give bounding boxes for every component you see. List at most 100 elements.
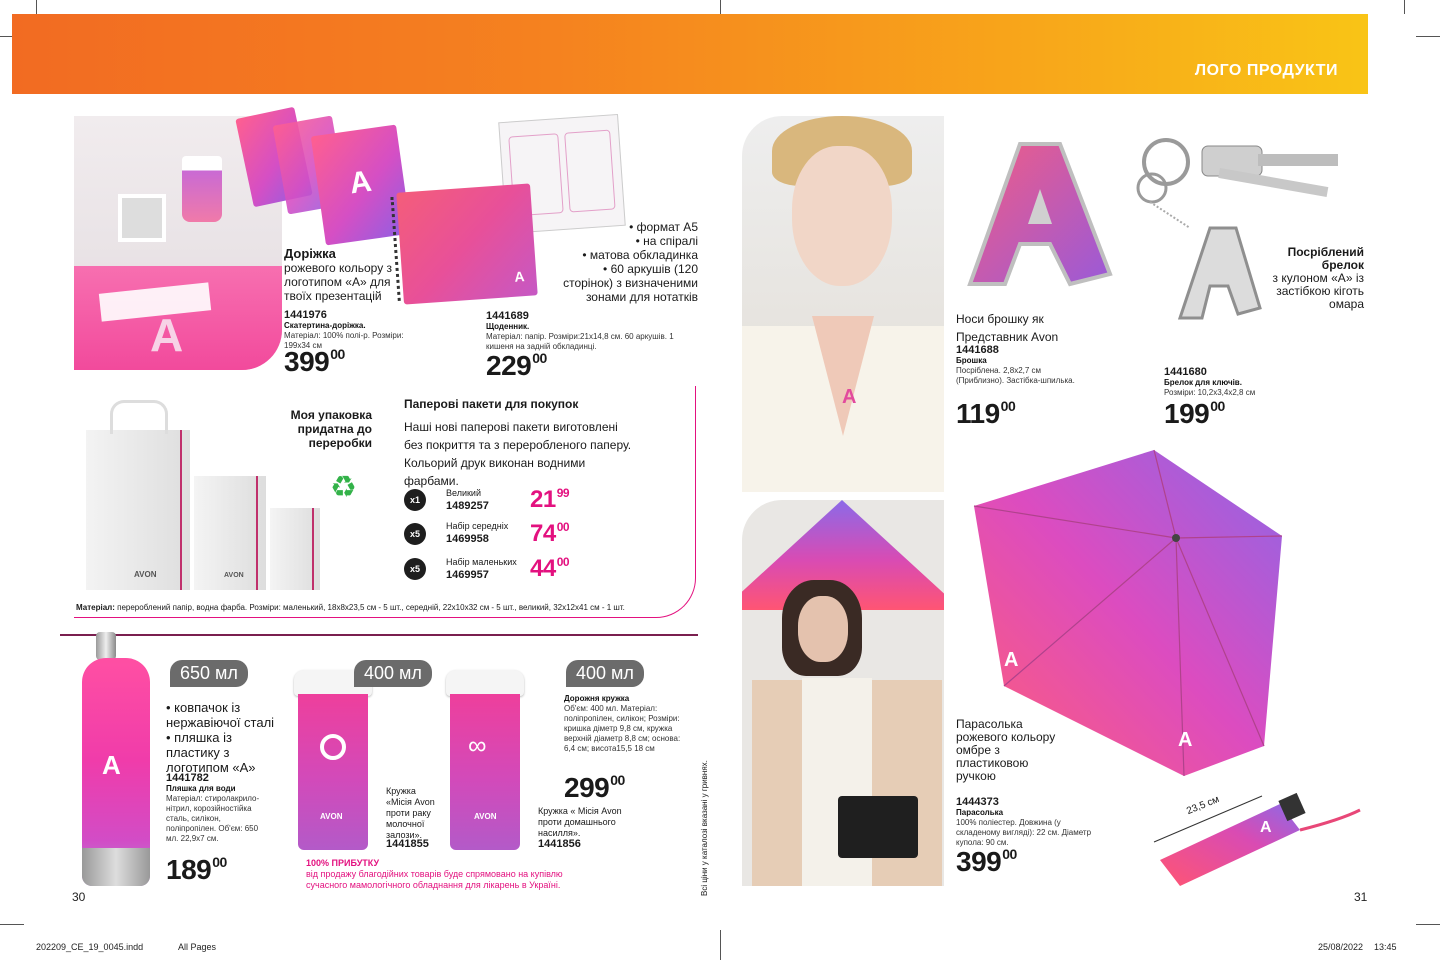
bottle-code: 1441782 — [166, 772, 209, 784]
folded-umbrella-icon: A — [1153, 792, 1361, 886]
price-main: 229 — [486, 350, 532, 381]
notes-zone — [564, 129, 616, 213]
photo-frame — [118, 194, 166, 242]
volume-badge: 400 мл — [566, 660, 644, 687]
brooch-on-jacket-icon: A — [842, 386, 857, 408]
notebook-code: 1441689 — [486, 310, 529, 322]
mug-image-infinity: ∞ AVON — [450, 694, 520, 850]
face — [798, 596, 848, 662]
bottle-image: A — [82, 658, 150, 886]
ribbon-icon — [320, 734, 346, 760]
bottle-cap — [96, 632, 116, 660]
price-main: 399 — [956, 846, 1002, 877]
price-main: 74 — [530, 520, 556, 547]
mug2-title: Дорожня кружка — [564, 694, 630, 703]
crop-mark — [1404, 0, 1405, 14]
bag-item-name: Набір середніх — [446, 521, 509, 531]
bags-title: Паперові пакети для покупок — [404, 397, 579, 411]
brooch-details: Посріблена. 2,8x2,7 см (Приблизно). Заст… — [956, 366, 1075, 385]
crop-mark — [1416, 924, 1440, 925]
price-main: 21 — [530, 486, 556, 513]
notebook-closed-image: A — [390, 183, 538, 305]
price-cents: 99 — [556, 486, 570, 500]
bags-material: Матеріал: перероблений папір, водна фарб… — [76, 603, 696, 612]
charity-note: 100% ПРИБУТКУ від продажу благодійних то… — [306, 858, 596, 891]
umbrella-code: 1444373 — [956, 796, 999, 808]
bag-brand: AVON — [134, 570, 157, 579]
mug-brand: AVON — [320, 812, 343, 821]
mug-lid — [446, 670, 524, 696]
brooch-image — [960, 134, 1120, 294]
price-cents: 00 — [1002, 846, 1017, 862]
price-cents: 00 — [532, 350, 547, 366]
bag-item-code: 1489257 — [446, 500, 489, 512]
price-cents: 00 — [1000, 398, 1016, 414]
price-main: 199 — [1164, 398, 1210, 429]
keychain-details: Розміри: 10,2x3,4x2,8 см — [1164, 388, 1256, 397]
price-cents: 00 — [556, 520, 570, 534]
bag-item-price: 4400 — [530, 555, 570, 583]
svg-text:A: A — [1004, 649, 1018, 671]
bag-brand: AVON — [224, 572, 244, 579]
infinity-icon: ∞ — [468, 730, 487, 760]
mug2-details: Об'єм: 400 мл. Матеріал: поліпропілен, с… — [564, 704, 681, 753]
charity-title: 100% ПРИБУТКУ — [306, 858, 380, 868]
price-cents: 00 — [556, 555, 570, 569]
bag-item-price: 7400 — [530, 520, 570, 548]
brooch-a-icon — [967, 142, 1113, 287]
section-title: ЛОГО ПРОДУКТИ — [1194, 62, 1338, 79]
mug-brand: AVON — [474, 812, 497, 821]
bullet: • формат А5 — [629, 220, 698, 234]
bag-large: AVON — [86, 430, 190, 590]
bullet: • ковпачок із нержавіючої сталі — [166, 700, 275, 730]
umbrella-price: 39900 — [956, 846, 1017, 878]
bags-desc: Наші нові паперові пакети виготовлені бе… — [404, 418, 634, 490]
material-label: Матеріал: — [76, 603, 115, 612]
mug1-desc: Кружка «Місія Avon проти раку молочної з… — [386, 786, 435, 840]
umbrella-model-photo — [742, 500, 944, 886]
qty-badge: x5 — [404, 558, 426, 580]
material-text: перероблений папір, водна фарба. Розміри… — [114, 603, 625, 612]
price-main: 189 — [166, 854, 212, 885]
a-logo-icon: A — [150, 309, 184, 361]
runner-price: 39900 — [284, 346, 345, 378]
brooch-code: 1441688 — [956, 344, 999, 356]
keychain-title: Посріблений брелок — [1287, 245, 1364, 272]
price-currency-note: Всі ціни у каталозі вказані у гривнях. — [700, 760, 709, 896]
price-main: 44 — [530, 555, 556, 582]
keychain-code: 1441680 — [1164, 366, 1207, 378]
volume-badge: 400 мл — [354, 660, 432, 687]
bag-item-code: 1469957 — [446, 569, 489, 581]
a-logo-icon: A — [513, 268, 526, 285]
bullet: • матова обкладинка — [582, 248, 698, 262]
svg-text:A: A — [1260, 819, 1272, 836]
crop-mark — [36, 0, 37, 14]
bullet: • 60 аркушів (120 сторінок) з визначеним… — [563, 262, 698, 304]
a-logo-icon: A — [102, 750, 121, 780]
bag-item-code: 1469958 — [446, 533, 489, 545]
brooch-price: 11900 — [956, 398, 1016, 430]
a-logo-icon: A — [347, 164, 374, 201]
brooch-desc: Носи брошку як Представник Avon — [956, 312, 1059, 344]
mug1-code: 1441855 — [386, 838, 429, 850]
bullet: • на спіралі — [635, 234, 698, 248]
crop-mark — [1416, 36, 1440, 37]
vertical-note-wrap: Всі ціни у каталозі вказані у гривнях. — [700, 716, 714, 896]
price-cents: 00 — [1210, 398, 1225, 414]
bottle-name: Пляшка для води — [166, 784, 236, 793]
bag-item-name: Набір маленьких — [446, 557, 517, 567]
slug-file: 202209_CE_19_0045.indd — [36, 942, 144, 952]
mug2-desc: Кружка « Місія Avon проти домашнього нас… — [538, 806, 622, 838]
qty-badge: x1 — [404, 489, 426, 511]
svg-text:A: A — [1178, 729, 1192, 751]
qty-badge: x5 — [404, 523, 426, 545]
cup-image — [182, 156, 222, 222]
crop-mark — [720, 0, 721, 14]
bags-desc-text: Наші нові паперові пакети виготовлені бе… — [404, 420, 632, 488]
price-cents: 00 — [212, 854, 227, 870]
notebook-details: Матеріал: папір. Розміри:21x14,8 см. 60 … — [486, 332, 674, 351]
bottle-price: 18900 — [166, 854, 227, 886]
bag-item-name: Великий — [446, 488, 481, 498]
recycle-icon: ♻ — [330, 471, 357, 504]
slug-pages: All Pages — [178, 942, 217, 952]
